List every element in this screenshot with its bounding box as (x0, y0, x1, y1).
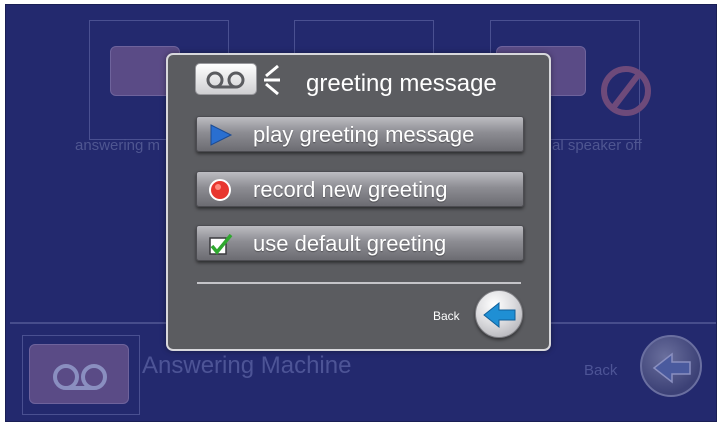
back-label: Back (433, 309, 460, 323)
play-greeting-button[interactable]: play greeting message (196, 116, 524, 152)
sound-waves-icon (264, 64, 280, 96)
record-icon (209, 179, 231, 201)
bg-voicemail-icon (29, 344, 129, 404)
checkbox-checked-icon (209, 233, 233, 255)
back-button[interactable] (475, 290, 523, 338)
record-greeting-button[interactable]: record new greeting (196, 171, 524, 207)
bg-tile-right-label: al speaker off (552, 137, 642, 154)
bg-page-title: Answering Machine (142, 352, 352, 379)
play-icon (210, 124, 233, 146)
bg-bottom-tile (22, 335, 140, 415)
speaker-off-icon (601, 66, 651, 116)
voicemail-icon (195, 63, 257, 95)
dialog-title: greeting message (306, 70, 497, 97)
arrow-left-icon (483, 301, 516, 329)
dialog-divider (197, 282, 521, 284)
bg-back-label: Back (584, 362, 618, 379)
bg-back-button (640, 335, 702, 397)
play-greeting-label: play greeting message (253, 122, 475, 147)
bg-tile-left-label: answering m (75, 137, 161, 154)
default-greeting-label: use default greeting (253, 231, 447, 256)
default-greeting-button[interactable]: use default greeting (196, 225, 524, 261)
arrow-left-icon (652, 352, 691, 384)
record-greeting-label: record new greeting (253, 177, 448, 202)
